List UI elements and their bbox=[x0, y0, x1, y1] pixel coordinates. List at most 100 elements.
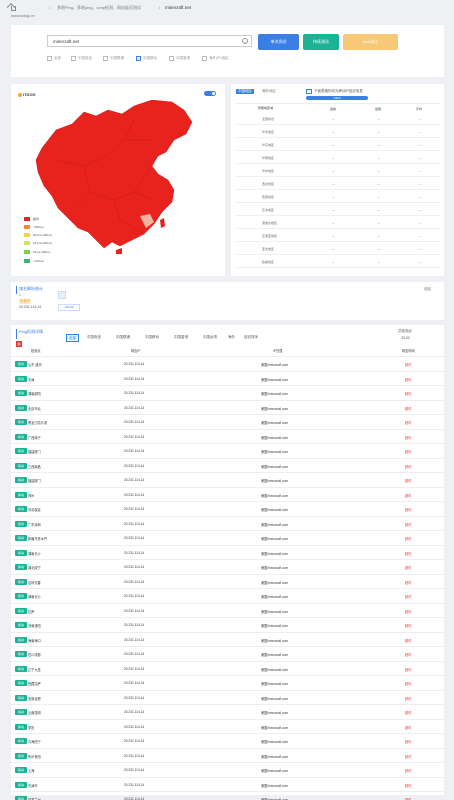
node-name[interactable]: 广西南宁 bbox=[28, 435, 41, 440]
node-name[interactable]: 云南昆明 bbox=[28, 710, 41, 715]
ip-location: 美国/microsoft.com bbox=[261, 754, 289, 759]
node-name[interactable]: 河北保定 bbox=[28, 507, 41, 512]
node-name[interactable]: 拉萨 bbox=[28, 609, 34, 614]
mobile-tag: 移动 bbox=[15, 593, 27, 599]
mobile-tag: 移动 bbox=[15, 622, 27, 628]
total-label: 共检测点 bbox=[398, 329, 412, 333]
node-name[interactable]: 海南海口 bbox=[28, 638, 41, 643]
region-row-value: — bbox=[377, 234, 380, 238]
mobile-tag: 移动 bbox=[15, 767, 27, 773]
ip-location: 美国/microsoft.com bbox=[261, 522, 289, 527]
search-input[interactable]: minecraft.net bbox=[47, 35, 252, 47]
option-telecom-checkbox[interactable] bbox=[71, 56, 76, 61]
node-name[interactable]: 西藏拉萨 bbox=[28, 681, 41, 686]
node-name[interactable]: 湖南长沙 bbox=[28, 551, 41, 556]
header-ip: 响应IP bbox=[131, 349, 141, 353]
node-name[interactable]: 上海 bbox=[28, 768, 34, 773]
filter-mobile[interactable]: 中国移动 bbox=[145, 334, 159, 340]
ip-location: 美国/microsoft.com bbox=[261, 624, 289, 628]
region-row-name: 华中地区 bbox=[262, 169, 275, 173]
home-icon[interactable] bbox=[11, 6, 16, 11]
ipv6-test-button[interactable]: ipv6测试 bbox=[343, 34, 398, 50]
node-name[interactable]: 黑龙江哈尔滨 bbox=[28, 420, 47, 425]
node-name[interactable]: 重庆 bbox=[28, 725, 34, 730]
row-divider bbox=[11, 791, 444, 792]
response-time: 超时 bbox=[405, 696, 412, 701]
node-name[interactable]: 贵州贵阳 bbox=[28, 754, 41, 759]
option-all-label: 全部 bbox=[54, 56, 61, 60]
region-header-fastest: 最快 bbox=[330, 107, 337, 111]
mobile-tag: 移动 bbox=[15, 636, 27, 643]
option-mobile-checkbox[interactable] bbox=[136, 56, 141, 61]
node-name[interactable]: 河南洛阳 bbox=[28, 623, 41, 628]
row-divider bbox=[11, 588, 444, 589]
mobile-tag: 移动 bbox=[15, 578, 27, 585]
node-name[interactable]: 青海西宁 bbox=[28, 739, 41, 744]
region-row-value: — bbox=[418, 208, 421, 212]
region-row-value: — bbox=[377, 169, 380, 173]
progress-bar: 100% bbox=[306, 96, 368, 100]
node-name[interactable]: 辽宁大连 bbox=[28, 667, 41, 672]
timeout-badge: 超 bbox=[16, 341, 22, 347]
region-row-value: — bbox=[332, 169, 335, 173]
region-row-value: — bbox=[332, 208, 335, 212]
filter-unicom[interactable]: 中国联通 bbox=[116, 334, 130, 340]
node-name[interactable]: 湖北咸宁 bbox=[28, 565, 41, 570]
node-name[interactable]: 郑州 bbox=[28, 493, 34, 498]
row-divider bbox=[11, 762, 444, 763]
filter-hk[interactable]: 中国香港 bbox=[174, 334, 188, 340]
filter-all[interactable]: 全部 bbox=[66, 334, 79, 342]
region-row-value: — bbox=[377, 182, 380, 186]
mobile-tag: 移动 bbox=[15, 462, 27, 469]
response-ip: 20.231.114.14 bbox=[124, 420, 145, 424]
continuous-test-button[interactable]: 持续测试 bbox=[303, 34, 339, 50]
response-time: 超时 bbox=[405, 450, 412, 454]
row-divider bbox=[11, 515, 444, 517]
mobile-tag: 移动 bbox=[15, 549, 27, 556]
node-name[interactable]: 湖南长沙 bbox=[28, 594, 41, 599]
ip-location: 美国/microsoft.com bbox=[261, 493, 289, 498]
map-toggle[interactable] bbox=[204, 91, 216, 96]
response-time: 超时 bbox=[405, 377, 412, 382]
node-name[interactable]: 广东深圳 bbox=[28, 522, 41, 527]
legend-50-label: <=50ms bbox=[33, 259, 44, 263]
header-time: 响应时间 bbox=[402, 349, 415, 353]
node-name[interactable]: 吉林长春 bbox=[28, 580, 41, 585]
option-hk-checkbox[interactable] bbox=[169, 56, 174, 61]
filter-overseas[interactable]: 海外 bbox=[228, 334, 235, 340]
node-name[interactable]: 四川成都 bbox=[28, 652, 41, 657]
option-overseas-checkbox[interactable] bbox=[202, 56, 207, 61]
site-name[interactable]: www.itdog.cn bbox=[11, 13, 35, 18]
single-test-button[interactable]: 单次测试 bbox=[258, 34, 299, 50]
node-name[interactable]: 安徽合肥 bbox=[28, 696, 41, 701]
filter-sort[interactable]: 延迟排序 bbox=[244, 334, 258, 340]
node-name[interactable]: 新疆乌鲁木齐 bbox=[28, 536, 47, 541]
node-name[interactable]: 天津 bbox=[28, 377, 34, 382]
node-name[interactable]: 山东·潍坊 bbox=[28, 362, 42, 367]
ip-location: 美国/microsoft.com bbox=[261, 580, 289, 585]
collapse-link[interactable]: 收起 bbox=[424, 287, 431, 292]
option-all-checkbox[interactable] bbox=[47, 56, 52, 61]
ip-location: 美国/microsoft.com bbox=[261, 537, 289, 541]
filter-tw[interactable]: 中国台湾 bbox=[203, 334, 217, 340]
node-name[interactable]: 湖南邵阳 bbox=[28, 391, 41, 396]
ip-location: 美国/microsoft.com bbox=[261, 638, 289, 643]
option-unicom-checkbox[interactable] bbox=[103, 56, 108, 61]
filter-telecom[interactable]: 中国电信 bbox=[87, 334, 101, 340]
china-map[interactable] bbox=[34, 100, 224, 255]
node-name[interactable]: 江西南昌 bbox=[28, 464, 41, 469]
node-name[interactable]: 福建厦门 bbox=[28, 449, 41, 454]
node-name[interactable]: 北京市北 bbox=[28, 406, 41, 411]
response-ip: 20.231.114.14 bbox=[124, 652, 145, 656]
legend-51-label: 51ms-150ms bbox=[33, 250, 51, 254]
response-time: 超时 bbox=[405, 551, 412, 556]
tab-overseas[interactable]: 海外地区 bbox=[262, 89, 276, 94]
node-name[interactable]: 福建厦门 bbox=[28, 478, 41, 483]
node-name[interactable]: 天津市 bbox=[28, 783, 38, 788]
response-time: 超时 bbox=[405, 740, 412, 744]
tab-china[interactable]: 中国地区 bbox=[236, 89, 254, 94]
clear-icon[interactable]: × bbox=[242, 38, 248, 44]
ip-location: 美国/microsoft.com bbox=[261, 450, 289, 454]
breadcrumb-page[interactable]: 多地Ping、多地ping、icmp检测、网站延迟测试 bbox=[57, 5, 157, 10]
response-time: 超时 bbox=[405, 537, 412, 541]
